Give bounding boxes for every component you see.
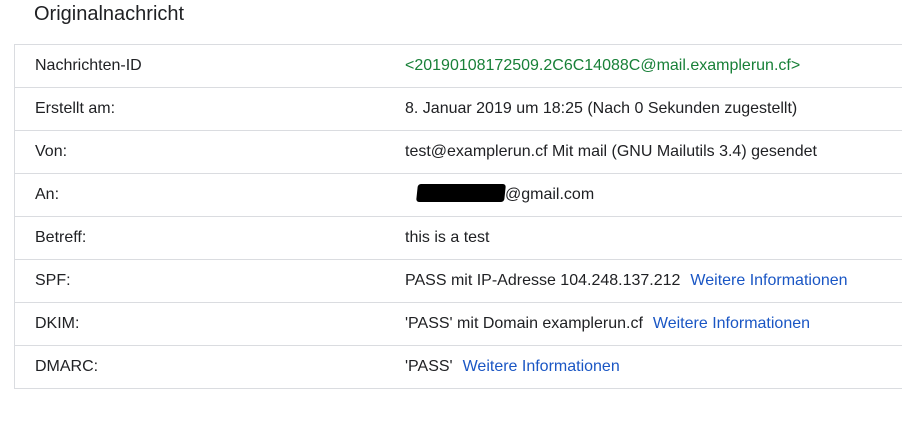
row-label: An:	[35, 186, 60, 203]
row-label: Nachrichten-ID	[35, 57, 142, 74]
created-value: 8. Januar 2019 um 18:25 (Nach 0 Sekunden…	[405, 100, 798, 117]
table-row-to: An: @gmail.com	[15, 174, 902, 217]
message-id-value: <20190108172509.2C6C14088C@mail.exampler…	[405, 57, 801, 74]
original-message-table: Nachrichten-ID <20190108172509.2C6C14088…	[14, 44, 902, 389]
row-label: SPF:	[35, 272, 71, 289]
dkim-more-info-link[interactable]: Weitere Informationen	[653, 315, 810, 332]
table-row-created: Erstellt am: 8. Januar 2019 um 18:25 (Na…	[15, 88, 902, 131]
row-label: Erstellt am:	[35, 100, 116, 117]
row-label: Von:	[35, 143, 68, 160]
page-title: Originalnachricht	[34, 3, 185, 25]
dkim-value: 'PASS' mit Domain examplerun.cf	[405, 315, 643, 332]
dmarc-value-wrapper: 'PASS' Weitere Informationen	[405, 346, 620, 388]
spf-value: PASS mit IP-Adresse 104.248.137.212	[405, 272, 681, 289]
dmarc-more-info-link[interactable]: Weitere Informationen	[463, 358, 620, 375]
dkim-value-wrapper: 'PASS' mit Domain examplerun.cf Weitere I…	[405, 303, 810, 345]
table-row-subject: Betreff: this is a test	[15, 217, 902, 260]
spf-value-wrapper: PASS mit IP-Adresse 104.248.137.212 Weite…	[405, 260, 848, 302]
dmarc-value: 'PASS'	[405, 358, 453, 375]
subject-value: this is a test	[405, 229, 490, 246]
table-row-message-id: Nachrichten-ID <20190108172509.2C6C14088…	[15, 45, 902, 88]
redaction-mark	[416, 184, 506, 202]
from-value: test@examplerun.cf Mit mail (GNU Mailuti…	[405, 143, 817, 160]
table-row-spf: SPF: PASS mit IP-Adresse 104.248.137.212…	[15, 260, 902, 303]
row-label: Betreff:	[35, 229, 87, 246]
row-label: DMARC:	[35, 358, 99, 375]
to-value-wrapper: @gmail.com	[416, 174, 595, 216]
table-row-dmarc: DMARC: 'PASS' Weitere Informationen	[15, 346, 902, 389]
to-value: @gmail.com	[505, 186, 595, 203]
table-row-dkim: DKIM: 'PASS' mit Domain examplerun.cf Wei…	[15, 303, 902, 346]
table-row-from: Von: test@examplerun.cf Mit mail (GNU Ma…	[15, 131, 902, 174]
spf-more-info-link[interactable]: Weitere Informationen	[690, 272, 847, 289]
row-label: DKIM:	[35, 315, 80, 332]
